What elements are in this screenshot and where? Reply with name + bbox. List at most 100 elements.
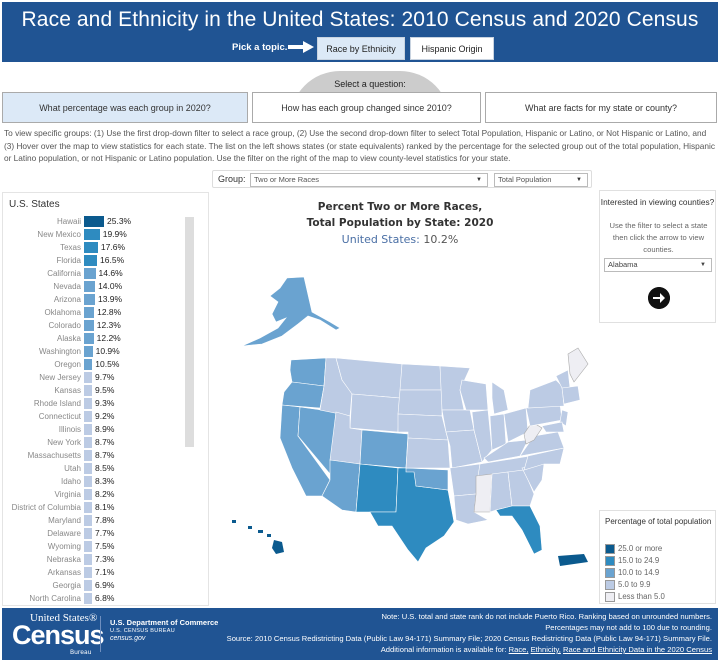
state-list-row[interactable]: Florida 16.5%: [3, 254, 203, 267]
state-list-row[interactable]: Alaska 12.2%: [3, 332, 203, 345]
state-value: 8.3%: [95, 476, 115, 486]
map-title-line2: Total Population by State: 2020: [306, 217, 494, 229]
header-banner: Race and Ethnicity in the United States:…: [2, 2, 718, 62]
topic-hispanic-origin-button[interactable]: Hispanic Origin: [410, 37, 494, 60]
legend-label: 10.0 to 14.9: [618, 568, 660, 577]
state-list-row[interactable]: Hawaii 25.3%: [3, 215, 203, 228]
state-list-row[interactable]: Illinois 8.9%: [3, 423, 203, 436]
state-list-row[interactable]: Rhode Island 9.3%: [3, 397, 203, 410]
state-list-row[interactable]: Delaware 7.7%: [3, 527, 203, 540]
census-gov-link[interactable]: census.gov: [110, 635, 145, 642]
state-bar: [84, 281, 96, 292]
state-list-row[interactable]: New York 8.7%: [3, 436, 203, 449]
state-florida[interactable]: [495, 505, 543, 555]
arrow-go-icon[interactable]: [648, 287, 670, 309]
state-list-row[interactable]: California 14.6%: [3, 267, 203, 280]
state-wyoming[interactable]: [349, 393, 401, 433]
state-maryland-delaware[interactable]: [541, 421, 565, 433]
state-list-row[interactable]: Georgia 6.9%: [3, 579, 203, 592]
state-list-row[interactable]: Maryland 7.8%: [3, 514, 203, 527]
state-arkansas[interactable]: [449, 463, 481, 497]
state-value: 8.7%: [95, 450, 115, 460]
state-south-dakota[interactable]: [397, 389, 443, 417]
state-list-row[interactable]: Oklahoma 12.8%: [3, 306, 203, 319]
state-list-row[interactable]: Texas 17.6%: [3, 241, 203, 254]
logo-main-text: Census: [12, 620, 105, 650]
state-list-row[interactable]: New Mexico 19.9%: [3, 228, 203, 241]
question-change-since-2010-tab[interactable]: How has each group changed since 2010?: [252, 92, 481, 123]
state-name: Maryland: [48, 516, 81, 525]
state-oregon[interactable]: [281, 381, 325, 409]
state-bar: [84, 346, 93, 357]
state-bar: [84, 411, 92, 422]
state-name: Nebraska: [46, 555, 81, 564]
legend-label: 25.0 or more: [618, 544, 663, 553]
state-name: Georgia: [52, 581, 81, 590]
state-bar: [84, 268, 96, 279]
county-panel-title: Interested in viewing counties?: [600, 197, 715, 207]
state-list-row[interactable]: Utah 8.5%: [3, 462, 203, 475]
population-dropdown[interactable]: Total Population ▼: [494, 173, 588, 187]
state-name: Arizona: [53, 295, 81, 304]
territory-puerto-rico[interactable]: [558, 554, 588, 566]
state-colorado[interactable]: [359, 429, 409, 469]
state-list-row[interactable]: Virginia 8.2%: [3, 488, 203, 501]
state-list-row[interactable]: Wyoming 7.5%: [3, 540, 203, 553]
state-new-york[interactable]: [527, 379, 565, 409]
state-bar: [84, 242, 98, 253]
us-choropleth-map[interactable]: [212, 250, 600, 605]
state-name: Connecticut: [38, 412, 81, 421]
state-washington[interactable]: [289, 357, 327, 387]
caret-down-icon: ▼: [476, 177, 482, 183]
link-ethnicity[interactable]: Ethnicity,: [531, 645, 561, 654]
state-value: 6.8%: [95, 593, 115, 603]
state-value: 16.5%: [100, 255, 125, 265]
state-mississippi[interactable]: [473, 473, 493, 513]
state-value: 9.5%: [95, 385, 115, 395]
state-list-row[interactable]: Arizona 13.9%: [3, 293, 203, 306]
state-list-row[interactable]: Arkansas 7.1%: [3, 566, 203, 579]
state-list-row[interactable]: Oregon 10.5%: [3, 358, 203, 371]
topic-race-by-ethnicity-button[interactable]: Race by Ethnicity: [317, 37, 405, 60]
link-race[interactable]: Race,: [509, 645, 529, 654]
state-list-row[interactable]: Massachusetts 8.7%: [3, 449, 203, 462]
state-bar: [84, 307, 95, 318]
dept-name: U.S. Department of Commerce: [110, 618, 219, 627]
state-iowa[interactable]: [441, 409, 475, 433]
state-kansas[interactable]: [405, 437, 451, 469]
state-name: Oklahoma: [44, 308, 81, 317]
question-state-county-facts-tab[interactable]: What are facts for my state or county?: [485, 92, 717, 123]
state-michigan[interactable]: [491, 381, 509, 415]
state-north-dakota[interactable]: [399, 363, 443, 391]
state-dropdown[interactable]: Alabama ▼: [604, 258, 712, 272]
state-value: 8.2%: [95, 489, 115, 499]
state-alaska[interactable]: [241, 276, 341, 347]
state-massachusetts-ct-ri[interactable]: [561, 385, 581, 405]
group-dropdown-value: Two or More Races: [254, 175, 320, 184]
state-list-row[interactable]: Idaho 8.3%: [3, 475, 203, 488]
state-name: Wyoming: [47, 542, 81, 551]
state-list-row[interactable]: Washington 10.9%: [3, 345, 203, 358]
state-list-row[interactable]: New Jersey 9.7%: [3, 371, 203, 384]
state-name: Massachusetts: [27, 451, 81, 460]
legend-label: Less than 5.0: [618, 592, 665, 601]
state-list-row[interactable]: District of Columbia 8.1%: [3, 501, 203, 514]
state-list-row[interactable]: Kansas 9.5%: [3, 384, 203, 397]
state-list-row[interactable]: North Carolina 6.8%: [3, 592, 203, 605]
state-new-mexico[interactable]: [355, 463, 399, 513]
state-name: Colorado: [48, 321, 81, 330]
link-race-ethnicity-2020[interactable]: Race and Ethnicity Data in the 2020 Cens…: [563, 645, 712, 654]
state-maine[interactable]: [567, 347, 589, 383]
state-list-row[interactable]: Colorado 12.3%: [3, 319, 203, 332]
state-hawaii[interactable]: [232, 520, 284, 554]
state-list-row[interactable]: Nebraska 7.3%: [3, 553, 203, 566]
state-dropdown-value: Alabama: [608, 260, 638, 269]
state-value: 8.9%: [95, 424, 115, 434]
state-wisconsin[interactable]: [459, 379, 489, 411]
footer-note-2: Percentages may not add to 100 due to ro…: [545, 623, 712, 632]
group-dropdown[interactable]: Two or More Races ▼: [250, 173, 488, 187]
state-list-row[interactable]: Nevada 14.0%: [3, 280, 203, 293]
state-list-row[interactable]: Connecticut 9.2%: [3, 410, 203, 423]
legend-label: 15.0 to 24.9: [618, 556, 660, 565]
question-percentage-2020-tab[interactable]: What percentage was each group in 2020?: [2, 92, 248, 123]
